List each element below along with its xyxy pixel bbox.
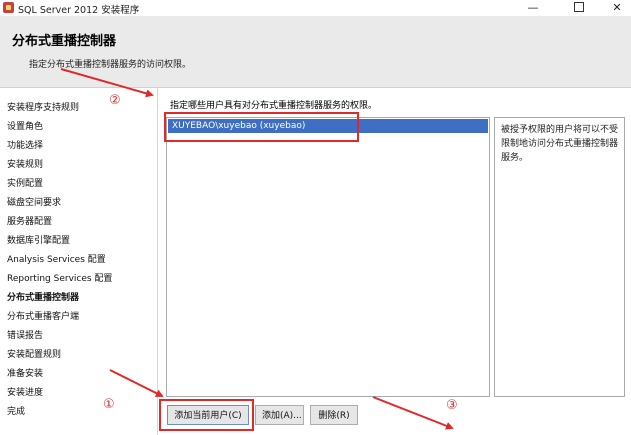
permissions-description: 指定哪些用户具有对分布式重播控制器服务的权限。: [170, 101, 378, 111]
annotation-highlight-add-current-user: [159, 399, 254, 431]
annotation-marker-3: ③: [446, 398, 458, 413]
sidebar-item-installation-rules[interactable]: 安装规则: [7, 157, 43, 170]
sidebar-item-instance-config[interactable]: 实例配置: [7, 176, 43, 189]
title-bar: SQL Server 2012 安装程序 — ✕: [0, 0, 631, 16]
close-button[interactable]: ✕: [600, 0, 631, 16]
page-header: 分布式重播控制器 指定分布式重播控制器服务的访问权限。: [0, 16, 631, 88]
sidebar-item-error-reporting[interactable]: 错误报告: [7, 328, 43, 341]
page-title: 分布式重播控制器: [12, 34, 117, 49]
sidebar-item-analysis-services-config[interactable]: Analysis Services 配置: [7, 252, 106, 265]
annotation-marker-1: ①: [103, 397, 115, 412]
minimize-button[interactable]: —: [516, 0, 550, 16]
info-panel: 被授予权限的用户将可以不受限制地访问分布式重播控制器服务。: [494, 117, 625, 397]
arrow-to-next: [372, 396, 454, 430]
sidebar-item-server-config[interactable]: 服务器配置: [7, 214, 52, 227]
sidebar-item-install-config-rules[interactable]: 安装配置规则: [7, 347, 61, 360]
setup-steps-sidebar: 安装程序支持规则 设置角色 功能选择 安装规则 实例配置 磁盘空间要求 服务器配…: [0, 88, 156, 435]
sidebar-item-distributed-replay-client[interactable]: 分布式重播客户端: [7, 309, 79, 322]
sidebar-item-disk-space[interactable]: 磁盘空间要求: [7, 195, 61, 208]
sidebar-item-installation-progress[interactable]: 安装进度: [7, 385, 43, 398]
sidebar-item-setup-role[interactable]: 设置角色: [7, 119, 43, 132]
window-title: SQL Server 2012 安装程序: [18, 5, 140, 16]
sidebar-divider: [157, 88, 158, 435]
annotation-marker-2: ②: [109, 93, 121, 108]
sidebar-item-database-engine-config[interactable]: 数据库引擎配置: [7, 233, 70, 246]
add-button[interactable]: 添加(A)...: [255, 405, 304, 425]
page-subtitle: 指定分布式重播控制器服务的访问权限。: [29, 60, 192, 70]
sidebar-item-setup-support-rules[interactable]: 安装程序支持规则: [7, 100, 79, 113]
sql-server-setup-icon: [3, 2, 14, 13]
maximize-button[interactable]: [562, 0, 596, 16]
sidebar-item-ready-to-install[interactable]: 准备安装: [7, 366, 43, 379]
annotation-highlight-user: [164, 112, 359, 142]
sidebar-item-feature-selection[interactable]: 功能选择: [7, 138, 43, 151]
sidebar-item-distributed-replay-controller[interactable]: 分布式重播控制器: [7, 290, 79, 303]
sidebar-item-complete[interactable]: 完成: [7, 404, 25, 417]
authorized-users-list[interactable]: XUYEBAO\xuyebao (xuyebao): [166, 117, 490, 397]
sidebar-item-reporting-services-config[interactable]: Reporting Services 配置: [7, 271, 112, 284]
remove-button[interactable]: 删除(R): [310, 405, 358, 425]
maximize-icon: [574, 2, 584, 12]
